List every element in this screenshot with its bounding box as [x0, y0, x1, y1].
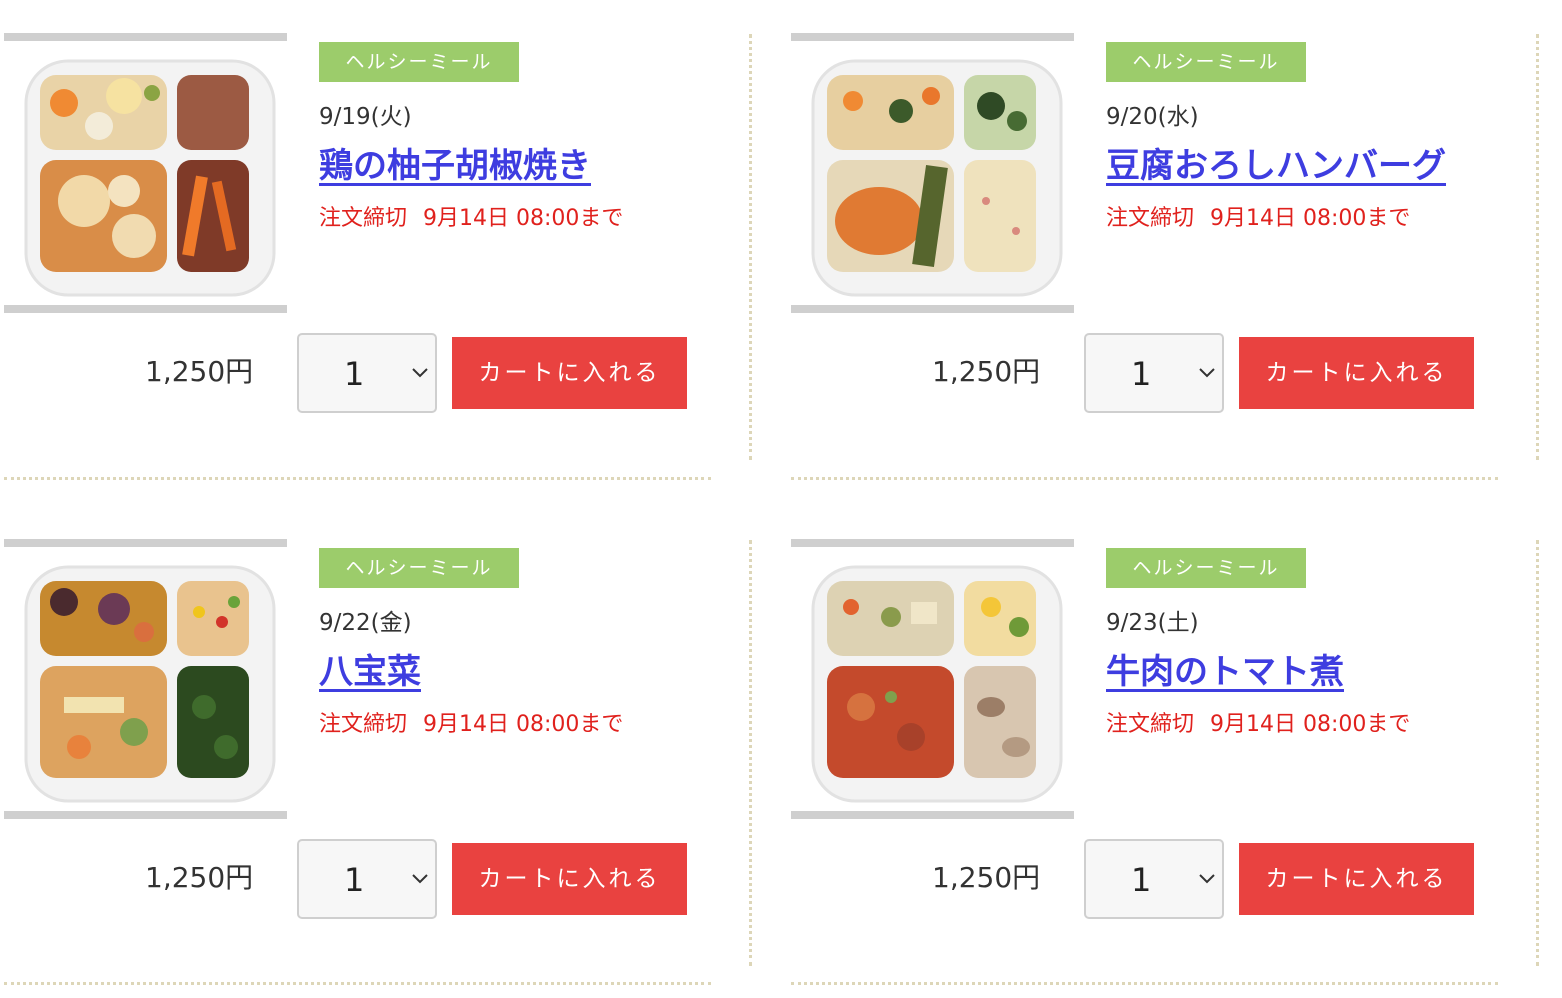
delivery-date: 9/22(金): [319, 610, 412, 636]
row-divider: [4, 477, 711, 480]
category-badge: ヘルシーミール: [1106, 548, 1306, 588]
delivery-date: 9/20(水): [1106, 104, 1199, 130]
product-image[interactable]: [4, 539, 287, 819]
deadline-label: 注文締切: [1106, 712, 1195, 737]
delivery-date: 9/23(土): [1106, 610, 1199, 636]
product-card: ヘルシーミール 9/22(金) 八宝菜 注文締切 9月14日 08:00まで 1,…: [0, 506, 705, 956]
product-price: 1,250円: [932, 355, 1041, 388]
deadline-value: 9月14日 08:00まで: [1210, 206, 1411, 231]
product-name-link[interactable]: 牛肉のトマト煮: [1106, 644, 1344, 693]
product-name-link[interactable]: 鶏の柚子胡椒焼き: [319, 138, 591, 187]
order-deadline: 注文締切 9月14日 08:00まで: [319, 706, 623, 738]
order-deadline: 注文締切 9月14日 08:00まで: [1106, 200, 1410, 232]
product-image[interactable]: [791, 33, 1074, 313]
product-name-link[interactable]: 八宝菜: [319, 644, 421, 693]
column-divider: [1536, 34, 1539, 460]
quantity-select[interactable]: 1: [297, 839, 437, 919]
category-badge: ヘルシーミール: [1106, 42, 1306, 82]
quantity-value: 1: [1131, 861, 1152, 899]
row-divider: [4, 982, 711, 985]
column-divider: [1536, 540, 1539, 966]
product-price: 1,250円: [932, 861, 1041, 894]
quantity-value: 1: [344, 355, 365, 393]
deadline-label: 注文締切: [319, 712, 408, 737]
product-card: ヘルシーミール 9/20(水) 豆腐おろしハンバーグ 注文締切 9月14日 08:…: [787, 0, 1492, 450]
quantity-select[interactable]: 1: [1084, 333, 1224, 413]
deadline-label: 注文締切: [319, 206, 408, 231]
product-name-link[interactable]: 豆腐おろしハンバーグ: [1106, 138, 1446, 187]
add-to-cart-button[interactable]: カートに入れる: [452, 843, 687, 915]
product-card: ヘルシーミール 9/19(火) 鶏の柚子胡椒焼き 注文締切 9月14日 08:00…: [0, 0, 705, 450]
row-divider: [791, 982, 1498, 985]
row-divider: [791, 477, 1498, 480]
category-badge: ヘルシーミール: [319, 548, 519, 588]
product-card: ヘルシーミール 9/23(土) 牛肉のトマト煮 注文締切 9月14日 08:00ま…: [787, 506, 1492, 956]
product-grid: ヘルシーミール 9/19(火) 鶏の柚子胡椒焼き 注文締切 9月14日 08:00…: [0, 0, 1562, 998]
quantity-select[interactable]: 1: [1084, 839, 1224, 919]
column-divider: [749, 34, 752, 460]
chevron-down-icon: [412, 874, 428, 884]
quantity-select[interactable]: 1: [297, 333, 437, 413]
column-divider: [749, 540, 752, 966]
chevron-down-icon: [1199, 368, 1215, 378]
product-price: 1,250円: [145, 861, 254, 894]
product-image[interactable]: [791, 539, 1074, 819]
deadline-label: 注文締切: [1106, 206, 1195, 231]
deadline-value: 9月14日 08:00まで: [423, 712, 624, 737]
add-to-cart-button[interactable]: カートに入れる: [1239, 337, 1474, 409]
deadline-value: 9月14日 08:00まで: [1210, 712, 1411, 737]
chevron-down-icon: [412, 368, 428, 378]
add-to-cart-button[interactable]: カートに入れる: [1239, 843, 1474, 915]
product-image[interactable]: [4, 33, 287, 313]
add-to-cart-button[interactable]: カートに入れる: [452, 337, 687, 409]
order-deadline: 注文締切 9月14日 08:00まで: [1106, 706, 1410, 738]
category-badge: ヘルシーミール: [319, 42, 519, 82]
chevron-down-icon: [1199, 874, 1215, 884]
product-price: 1,250円: [145, 355, 254, 388]
quantity-value: 1: [344, 861, 365, 899]
delivery-date: 9/19(火): [319, 104, 412, 130]
quantity-value: 1: [1131, 355, 1152, 393]
order-deadline: 注文締切 9月14日 08:00まで: [319, 200, 623, 232]
deadline-value: 9月14日 08:00まで: [423, 206, 624, 231]
